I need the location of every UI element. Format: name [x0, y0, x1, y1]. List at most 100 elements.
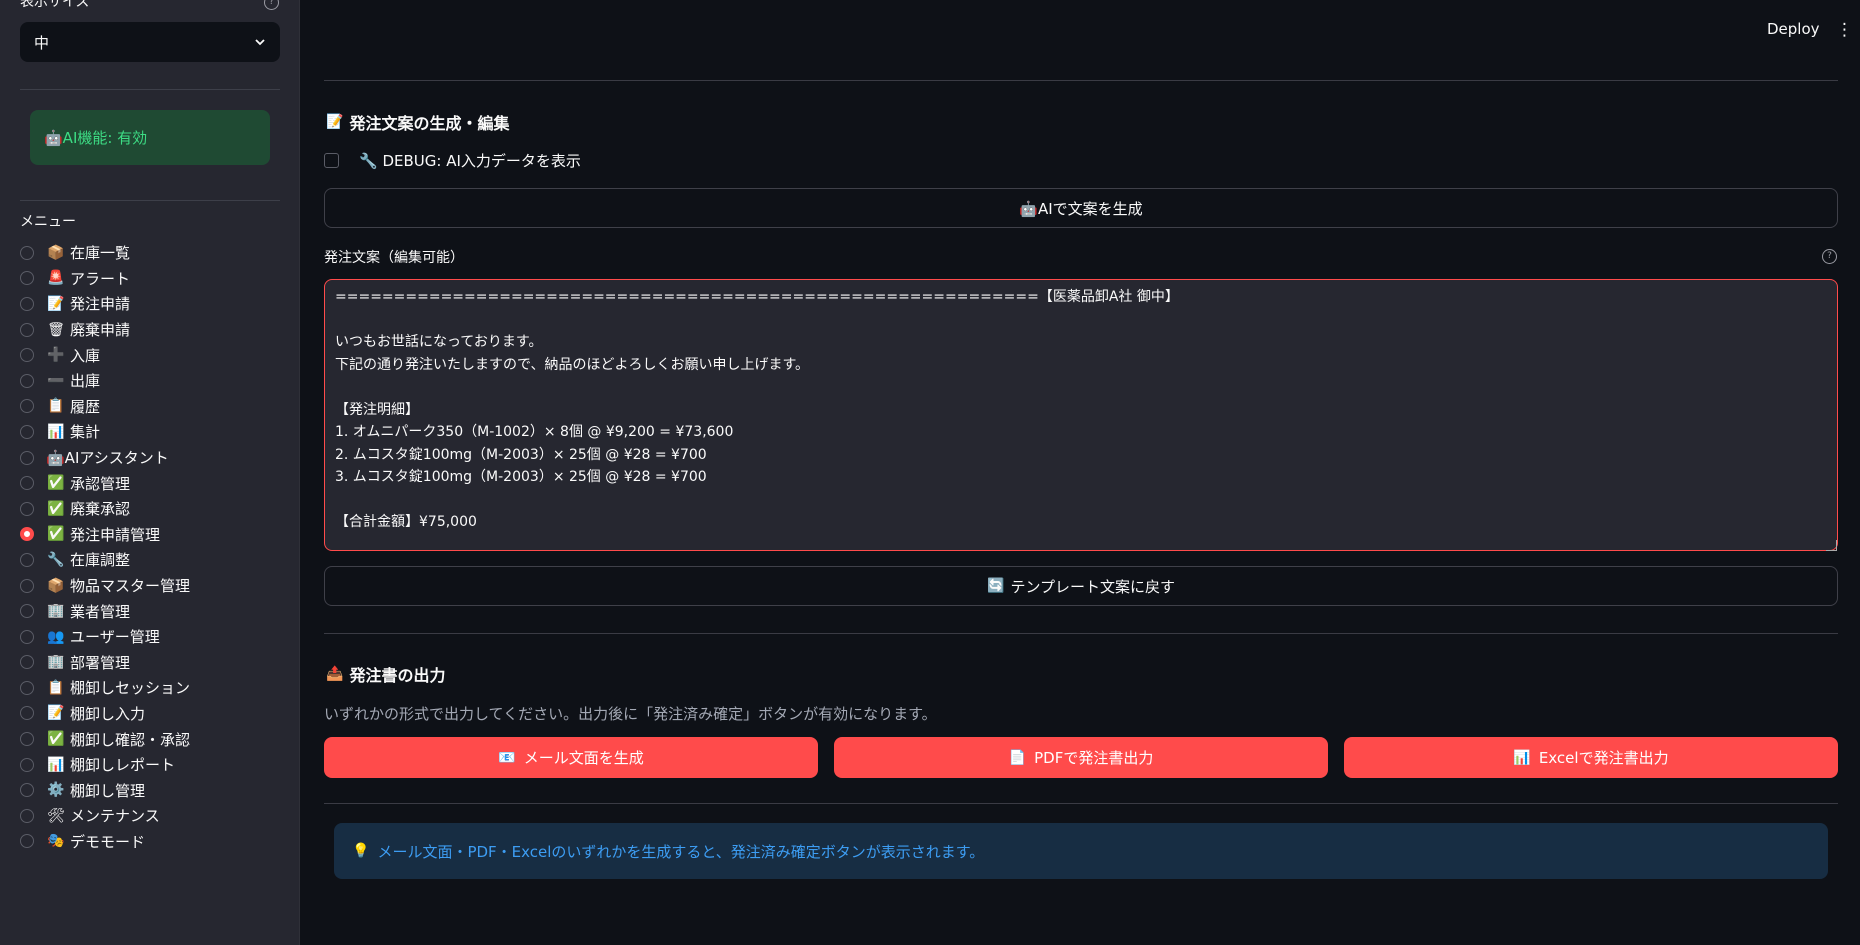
- menu-item[interactable]: 👥 ユーザー管理: [20, 624, 190, 650]
- edit-section-title: 📝 発注文案の生成・編集: [326, 110, 509, 134]
- help-icon[interactable]: ?: [264, 0, 279, 10]
- menu-radio[interactable]: [20, 629, 34, 644]
- menu-item-icon: 📝: [47, 295, 65, 312]
- menu-item-label: 発注申請: [70, 295, 131, 314]
- menu-item-label: 廃棄申請: [70, 321, 131, 340]
- refresh-icon: 🔄: [987, 578, 1005, 594]
- menu-radio[interactable]: [20, 527, 34, 542]
- menu-radio[interactable]: [20, 322, 34, 337]
- menu-item[interactable]: 📝 発注申請: [20, 291, 190, 317]
- menu-item[interactable]: 🏢 部署管理: [20, 650, 190, 676]
- menu-item[interactable]: 🗑 廃棄申請: [20, 317, 190, 343]
- chevron-down-icon: [255, 39, 265, 46]
- menu-item-icon: 🏢: [47, 654, 65, 671]
- menu-radio[interactable]: [20, 834, 34, 849]
- menu-item[interactable]: 🚨 アラート: [20, 266, 190, 292]
- menu-radio[interactable]: [20, 296, 34, 311]
- menu-radio[interactable]: [20, 476, 34, 491]
- export-excel-label: Excelで発注書出力: [1538, 749, 1669, 767]
- menu-radio[interactable]: [20, 245, 34, 260]
- menu-radio[interactable]: [20, 373, 34, 388]
- generate-ai-button[interactable]: 🤖AIで文案を生成: [324, 188, 1838, 228]
- export-pdf-button[interactable]: 📄 PDFで発注書出力: [834, 737, 1328, 778]
- menu-item-label: ユーザー管理: [70, 628, 160, 647]
- menu-radio[interactable]: [20, 271, 34, 286]
- generate-email-button[interactable]: 📧 メール文面を生成: [324, 737, 818, 778]
- menu-item[interactable]: 📋 棚卸しセッション: [20, 675, 190, 701]
- menu-radio[interactable]: [20, 604, 34, 619]
- reset-template-label: テンプレート文案に戻す: [1010, 577, 1175, 596]
- menu-item[interactable]: ✅ 棚卸し確認・承認: [20, 726, 190, 752]
- menu-radio[interactable]: [20, 552, 34, 567]
- debug-checkbox-row[interactable]: 🔧 DEBUG: AI入力データを表示: [324, 150, 581, 171]
- order-draft-textarea[interactable]: ========================================…: [324, 279, 1838, 551]
- menu-item-icon: 📦: [47, 244, 65, 261]
- divider: [324, 803, 1838, 804]
- divider: [324, 80, 1838, 81]
- menu-item-label: 棚卸し確認・承認: [70, 730, 191, 749]
- menu-item[interactable]: 📊 集計: [20, 419, 190, 445]
- menu-radio[interactable]: [20, 655, 34, 670]
- menu-radio[interactable]: [20, 706, 34, 721]
- export-excel-button[interactable]: 📊 Excelで発注書出力: [1344, 737, 1838, 778]
- menu-item-label: 承認管理: [70, 474, 131, 493]
- bar-chart-icon: 📊: [1513, 749, 1531, 766]
- menu-item-icon: ⚙️: [47, 782, 65, 799]
- menu-radio[interactable]: [20, 578, 34, 593]
- debug-checkbox[interactable]: [324, 153, 339, 168]
- menu-radio[interactable]: [20, 450, 34, 465]
- menu-radio[interactable]: [20, 680, 34, 695]
- output-caption: いずれかの形式で出力してください。出力後に「発注済み確定」ボタンが有効になります…: [324, 705, 937, 723]
- more-menu-icon[interactable]: ⋮: [1836, 20, 1853, 40]
- menu-item[interactable]: ✅ 廃棄承認: [20, 496, 190, 522]
- menu-item-icon: 🛠: [47, 807, 65, 824]
- menu-radio[interactable]: [20, 501, 34, 516]
- outbox-icon: 📤: [326, 666, 344, 682]
- menu-item[interactable]: 📋 履歴: [20, 394, 190, 420]
- lightbulb-icon: 💡: [352, 843, 370, 859]
- size-select[interactable]: 中: [20, 22, 280, 62]
- menu-item-label: 業者管理: [70, 602, 131, 621]
- menu-item[interactable]: 📝 棚卸し入力: [20, 701, 190, 727]
- menu-item-label: 出庫: [70, 372, 101, 391]
- menu-item-icon: 🚨: [47, 270, 65, 287]
- menu-item[interactable]: 🔧 在庫調整: [20, 547, 190, 573]
- menu-item[interactable]: 🤖AIアシスタント: [20, 445, 190, 471]
- menu-radio[interactable]: [20, 783, 34, 798]
- menu-radio[interactable]: [20, 399, 34, 414]
- ai-status-badge: 🤖AI機能: 有効: [30, 110, 270, 165]
- menu-item-icon: 🗑: [47, 321, 65, 338]
- menu-item[interactable]: ➖ 出庫: [20, 368, 190, 394]
- menu-item-label: 棚卸し管理: [70, 781, 146, 800]
- menu-item[interactable]: 📦 物品マスター管理: [20, 573, 190, 599]
- help-icon[interactable]: ?: [1822, 249, 1837, 264]
- reset-template-button[interactable]: 🔄 テンプレート文案に戻す: [324, 566, 1838, 606]
- menu-item-icon: ➖: [47, 372, 65, 389]
- resize-handle-icon[interactable]: [1826, 540, 1837, 551]
- deploy-button[interactable]: Deploy: [1767, 20, 1820, 38]
- export-pdf-label: PDFで発注書出力: [1034, 749, 1154, 767]
- menu-item[interactable]: 🛠 メンテナンス: [20, 803, 190, 829]
- menu-radio[interactable]: [20, 348, 34, 363]
- menu-item[interactable]: 📊 棚卸しレポート: [20, 752, 190, 778]
- menu-item-icon: 📋: [47, 679, 65, 696]
- menu-item[interactable]: 🎭 デモモード: [20, 829, 190, 855]
- menu-item[interactable]: ⚙️ 棚卸し管理: [20, 777, 190, 803]
- output-section-title-text: 発注書の出力: [349, 666, 446, 685]
- menu-item[interactable]: ➕ 入庫: [20, 342, 190, 368]
- menu-item[interactable]: ✅ 承認管理: [20, 470, 190, 496]
- debug-checkbox-label: 🔧 DEBUG: AI入力データを表示: [359, 152, 581, 170]
- size-select-label: 表示サイズ: [20, 0, 90, 10]
- menu-item-icon: ✅: [47, 526, 65, 543]
- menu-item-label: 棚卸しレポート: [70, 756, 176, 775]
- menu-item[interactable]: 📦 在庫一覧: [20, 240, 190, 266]
- menu-item[interactable]: ✅ 発注申請管理: [20, 522, 190, 548]
- menu-item-icon: 📊: [47, 423, 65, 440]
- menu-radio[interactable]: [20, 808, 34, 823]
- menu-radio[interactable]: [20, 757, 34, 772]
- memo-icon: 📝: [326, 114, 344, 130]
- menu-radio[interactable]: [20, 732, 34, 747]
- menu-radio[interactable]: [20, 424, 34, 439]
- menu-item-icon: ➕: [47, 347, 65, 364]
- menu-item[interactable]: 🏢 業者管理: [20, 598, 190, 624]
